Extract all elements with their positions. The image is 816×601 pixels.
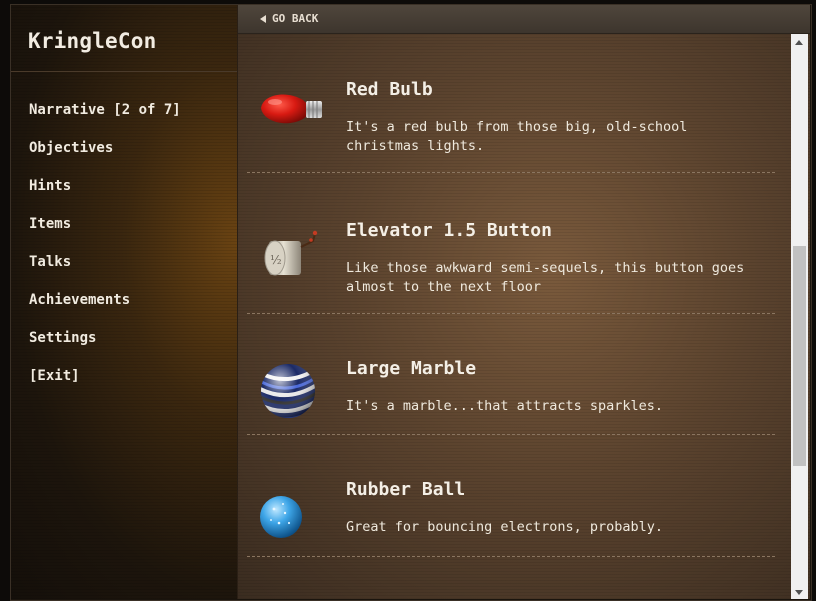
scrollbar[interactable]: [791, 34, 808, 599]
sidebar-menu: Narrative [2 of 7] Objectives Hints Item…: [29, 102, 181, 406]
marble-icon: [261, 364, 315, 418]
svg-text:½: ½: [270, 253, 282, 267]
sidebar-item-talks[interactable]: Talks: [29, 254, 181, 292]
app-title: KringleCon: [28, 29, 157, 53]
item-description: Great for bouncing electrons, probably.: [346, 519, 663, 535]
list-item[interactable]: Red Bulb It's a red bulb from those big,…: [247, 34, 775, 173]
rubber-ball-icon: [260, 496, 302, 538]
item-name: Rubber Ball: [346, 479, 466, 500]
item-description: Like those awkward semi-sequels, this bu…: [346, 260, 745, 295]
red-bulb-icon: [261, 94, 322, 124]
scroll-up-arrow-icon[interactable]: [795, 40, 803, 45]
item-name: Large Marble: [346, 358, 477, 379]
go-back-button[interactable]: GO BACK: [260, 12, 318, 25]
item-description: It's a red bulb from those big, old-scho…: [346, 119, 688, 154]
top-bar: GO BACK: [238, 5, 810, 34]
list-item[interactable]: Large Marble It's a marble...that attrac…: [247, 313, 775, 435]
back-arrow-icon: [260, 14, 266, 23]
item-name: Elevator 1.5 Button: [346, 220, 552, 241]
brand-area: KringleCon: [11, 5, 237, 72]
list-item[interactable]: ½ Elevator 1.5 Button Like those awkward…: [247, 172, 775, 314]
sidebar-item-hints[interactable]: Hints: [29, 178, 181, 216]
item-description: It's a marble...that attracts sparkles.: [346, 398, 663, 414]
list-item[interactable]: Rubber Ball Great for bouncing electrons…: [247, 434, 775, 557]
sidebar: KringleCon Narrative [2 of 7] Objectives…: [11, 5, 238, 599]
sidebar-item-narrative[interactable]: Narrative [2 of 7]: [29, 102, 181, 140]
elevator-button-icon: ½: [264, 230, 318, 276]
sidebar-item-achievements[interactable]: Achievements: [29, 292, 181, 330]
item-list: Red Bulb It's a red bulb from those big,…: [238, 34, 790, 599]
sidebar-item-objectives[interactable]: Objectives: [29, 140, 181, 178]
go-back-label: GO BACK: [272, 12, 319, 25]
sidebar-item-settings[interactable]: Settings: [29, 330, 181, 368]
sidebar-item-exit[interactable]: [Exit]: [29, 368, 181, 406]
item-name: Red Bulb: [346, 79, 433, 100]
sidebar-item-items[interactable]: Items: [29, 216, 181, 254]
items-panel: GO BACK Red Bulb It's a red bulb from th…: [238, 5, 810, 599]
scroll-down-arrow-icon[interactable]: [795, 590, 803, 595]
scrollbar-thumb[interactable]: [793, 246, 806, 466]
